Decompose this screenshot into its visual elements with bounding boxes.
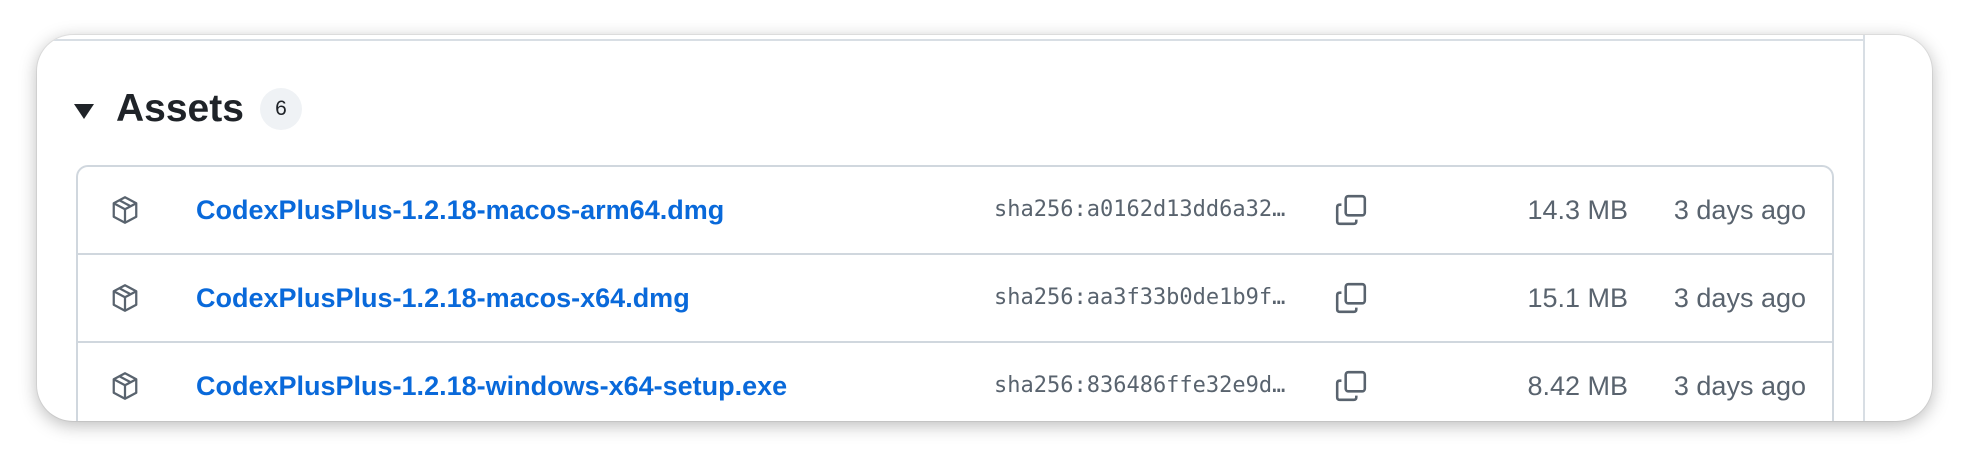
- asset-download-link[interactable]: CodexPlusPlus-1.2.18-macos-x64.dmg: [196, 255, 690, 341]
- release-window: Assets 6 CodexPlusPlus-1.2.18-macos-arm6…: [37, 35, 1932, 421]
- asset-row: CodexPlusPlus-1.2.18-macos-arm64.dmg sha…: [78, 167, 1832, 253]
- copy-icon[interactable]: [1334, 281, 1368, 315]
- asset-sha256: sha256:a0162d13dd6a32…: [994, 197, 1286, 222]
- copy-icon[interactable]: [1334, 369, 1368, 403]
- asset-sha256: sha256:836486ffe32e9d…: [994, 373, 1286, 398]
- package-icon: [112, 284, 138, 312]
- asset-date: 3 days ago: [1673, 283, 1806, 313]
- assets-list: CodexPlusPlus-1.2.18-macos-arm64.dmg sha…: [76, 165, 1834, 421]
- assets-count-badge: 6: [259, 88, 302, 130]
- asset-size: 14.3 MB: [1527, 195, 1628, 225]
- asset-download-link[interactable]: CodexPlusPlus-1.2.18-windows-x64-setup.e…: [196, 343, 787, 421]
- assets-title: Assets: [116, 87, 244, 130]
- package-icon: [112, 372, 138, 400]
- top-divider: [37, 39, 1865, 41]
- assets-header[interactable]: Assets 6: [74, 79, 302, 139]
- asset-row: CodexPlusPlus-1.2.18-windows-x64-setup.e…: [78, 341, 1832, 421]
- copy-icon[interactable]: [1334, 193, 1368, 227]
- asset-row: CodexPlusPlus-1.2.18-macos-x64.dmg sha25…: [78, 253, 1832, 341]
- triangle-down-icon[interactable]: [74, 103, 94, 119]
- asset-download-link[interactable]: CodexPlusPlus-1.2.18-macos-arm64.dmg: [196, 167, 724, 253]
- asset-date: 3 days ago: [1673, 371, 1806, 401]
- package-icon: [112, 196, 138, 224]
- right-divider: [1863, 35, 1865, 421]
- asset-size: 15.1 MB: [1527, 283, 1628, 313]
- asset-date: 3 days ago: [1673, 195, 1806, 225]
- asset-sha256: sha256:aa3f33b0de1b9f…: [994, 285, 1286, 310]
- asset-size: 8.42 MB: [1527, 371, 1628, 401]
